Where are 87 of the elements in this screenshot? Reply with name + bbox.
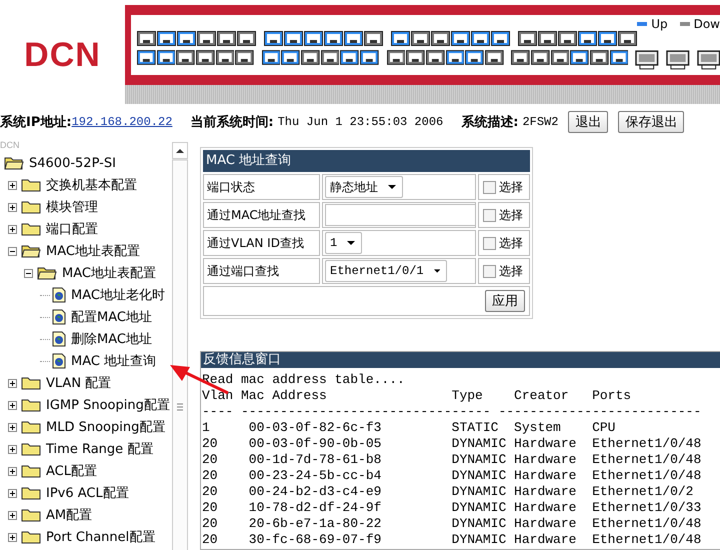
tree-item[interactable]: MAC地址老化时 (71, 286, 165, 304)
tree-item[interactable]: 端口配置 (46, 220, 98, 238)
tree-item[interactable]: S4600-52P-SI (29, 156, 116, 170)
output-line: 1 00-03-0f-82-6c-f3 STATIC System CPU (202, 420, 616, 436)
folder-icon (21, 420, 41, 434)
brand-logo: DCN (23, 36, 102, 75)
tree-item[interactable]: AM配置 (46, 506, 92, 524)
dropdown-value: 静态地址 (330, 180, 378, 196)
folder-icon (21, 222, 41, 236)
tree-item[interactable]: Time Range 配置 (46, 440, 154, 458)
output-line: 20 00-03-0f-90-0b-05 DYNAMIC Hardware Ethernet1/0/48 (202, 436, 702, 452)
tree-item[interactable]: 模块管理 (46, 198, 98, 216)
field-label: 系统描述: (461, 114, 518, 131)
output-line: 20 00-1d-7d-78-61-b8 DYNAMIC Hardware Ethernet1/0/48 (202, 452, 702, 468)
tree-item[interactable]: MLD Snooping配置 (46, 418, 166, 436)
folder-icon (21, 398, 41, 412)
page-icon (52, 287, 66, 303)
output-line: ---- -------------------------------- -------------------------- (202, 404, 702, 420)
checkbox[interactable] (483, 236, 496, 250)
tree-item[interactable]: Port Channel配置 (46, 528, 156, 546)
checkbox-label: 选择 (499, 178, 523, 196)
sfp-port-icon (696, 50, 720, 70)
field-label: 端口状态 (203, 174, 320, 200)
tree-item[interactable]: 交换机基本配置 (46, 176, 137, 194)
caret-icon (434, 269, 440, 273)
page-icon (52, 309, 66, 325)
sidebar-caption: DCN (0, 140, 20, 152)
output-line: 20 20-6b-e7-1a-80-22 DYNAMIC Hardware Ethernet1/0/48 (202, 516, 702, 532)
checkbox-label: 选择 (499, 206, 523, 224)
folder-icon (21, 530, 41, 544)
folder-icon (21, 464, 41, 478)
form-title: MAC 地址查询 (203, 150, 530, 172)
folder-icon (21, 442, 41, 456)
output-line: Read mac address table.... (202, 372, 405, 388)
save-logout-button[interactable]: 保存退出 (618, 111, 684, 133)
tree-item[interactable]: 删除MAC地址 (71, 330, 152, 348)
sfp-port-icon (635, 50, 659, 70)
dropdown[interactable]: 1 (325, 232, 362, 254)
checkbox[interactable] (483, 208, 496, 222)
page-icon (52, 353, 66, 369)
tree-item[interactable]: 配置MAC地址 (71, 308, 152, 326)
folder-icon (21, 508, 41, 522)
input-field[interactable] (325, 204, 476, 226)
dropdown-value: 1 (330, 236, 338, 250)
folder-icon (21, 178, 41, 192)
output-line: 20 00-23-24-5b-cc-b4 DYNAMIC Hardware Ethernet1/0/48 (202, 468, 702, 484)
caret-icon (347, 241, 356, 245)
field-label: 系统IP地址: (0, 114, 72, 131)
dropdown[interactable]: 静态地址 (325, 176, 403, 198)
folder-icon (21, 376, 41, 390)
folder-icon (21, 200, 41, 214)
tree-item[interactable]: IPv6 ACL配置 (46, 484, 129, 502)
ip-link[interactable]: 192.168.200.22 (72, 115, 172, 129)
legend-label: Up (651, 17, 668, 31)
page-icon (52, 331, 66, 347)
field-label: 通过MAC地址查找 (203, 202, 320, 228)
tree-item[interactable]: MAC 地址查询 (71, 352, 156, 370)
open-folder-icon (21, 244, 41, 258)
tree-item[interactable]: MAC地址表配置 (46, 242, 140, 260)
checkbox[interactable] (483, 264, 496, 278)
apply-button[interactable]: 应用 (485, 290, 525, 312)
field-label: 当前系统时间: (190, 114, 274, 131)
checkbox[interactable] (483, 180, 496, 194)
logout-button[interactable]: 退出 (568, 111, 608, 133)
description-value: 2FSW2 (522, 115, 558, 129)
checkbox-label: 选择 (499, 234, 523, 252)
feedback-title: 反馈信息窗口 (201, 352, 720, 368)
output-line: Vlan Mac Address Type Creator Ports (202, 388, 632, 404)
caret-icon (388, 185, 396, 189)
open-folder-icon (4, 156, 24, 170)
tree-item[interactable]: ACL配置 (46, 462, 97, 480)
tree-item[interactable]: VLAN 配置 (46, 374, 112, 392)
legend-label: Dow (694, 17, 720, 31)
open-folder-icon (37, 266, 57, 280)
field-label: 通过VLAN ID查找 (203, 230, 320, 256)
field-label: 通过端口查找 (203, 258, 320, 284)
sfp-port-icon (666, 50, 690, 70)
output-line: 20 00-24-b2-d3-c4-e9 DYNAMIC Hardware Ethernet1/0/2 (202, 484, 694, 500)
tree-item[interactable]: MAC地址表配置 (62, 264, 156, 282)
output-line: 20 10-78-d2-df-24-9f DYNAMIC Hardware Ethernet1/0/33 (202, 500, 702, 516)
checkbox-label: 选择 (499, 262, 523, 280)
folder-icon (21, 486, 41, 500)
output-line: 20 30-fc-68-69-07-f9 DYNAMIC Hardware Ethernet1/0/48 (202, 532, 702, 548)
dropdown[interactable]: Ethernet1/0/1 (325, 260, 447, 282)
tree-item[interactable]: IGMP Snooping配置 (46, 396, 170, 414)
time-value: Thu Jun 1 23:55:03 2006 (278, 115, 444, 129)
dropdown-value: Ethernet1/0/1 (330, 264, 424, 278)
